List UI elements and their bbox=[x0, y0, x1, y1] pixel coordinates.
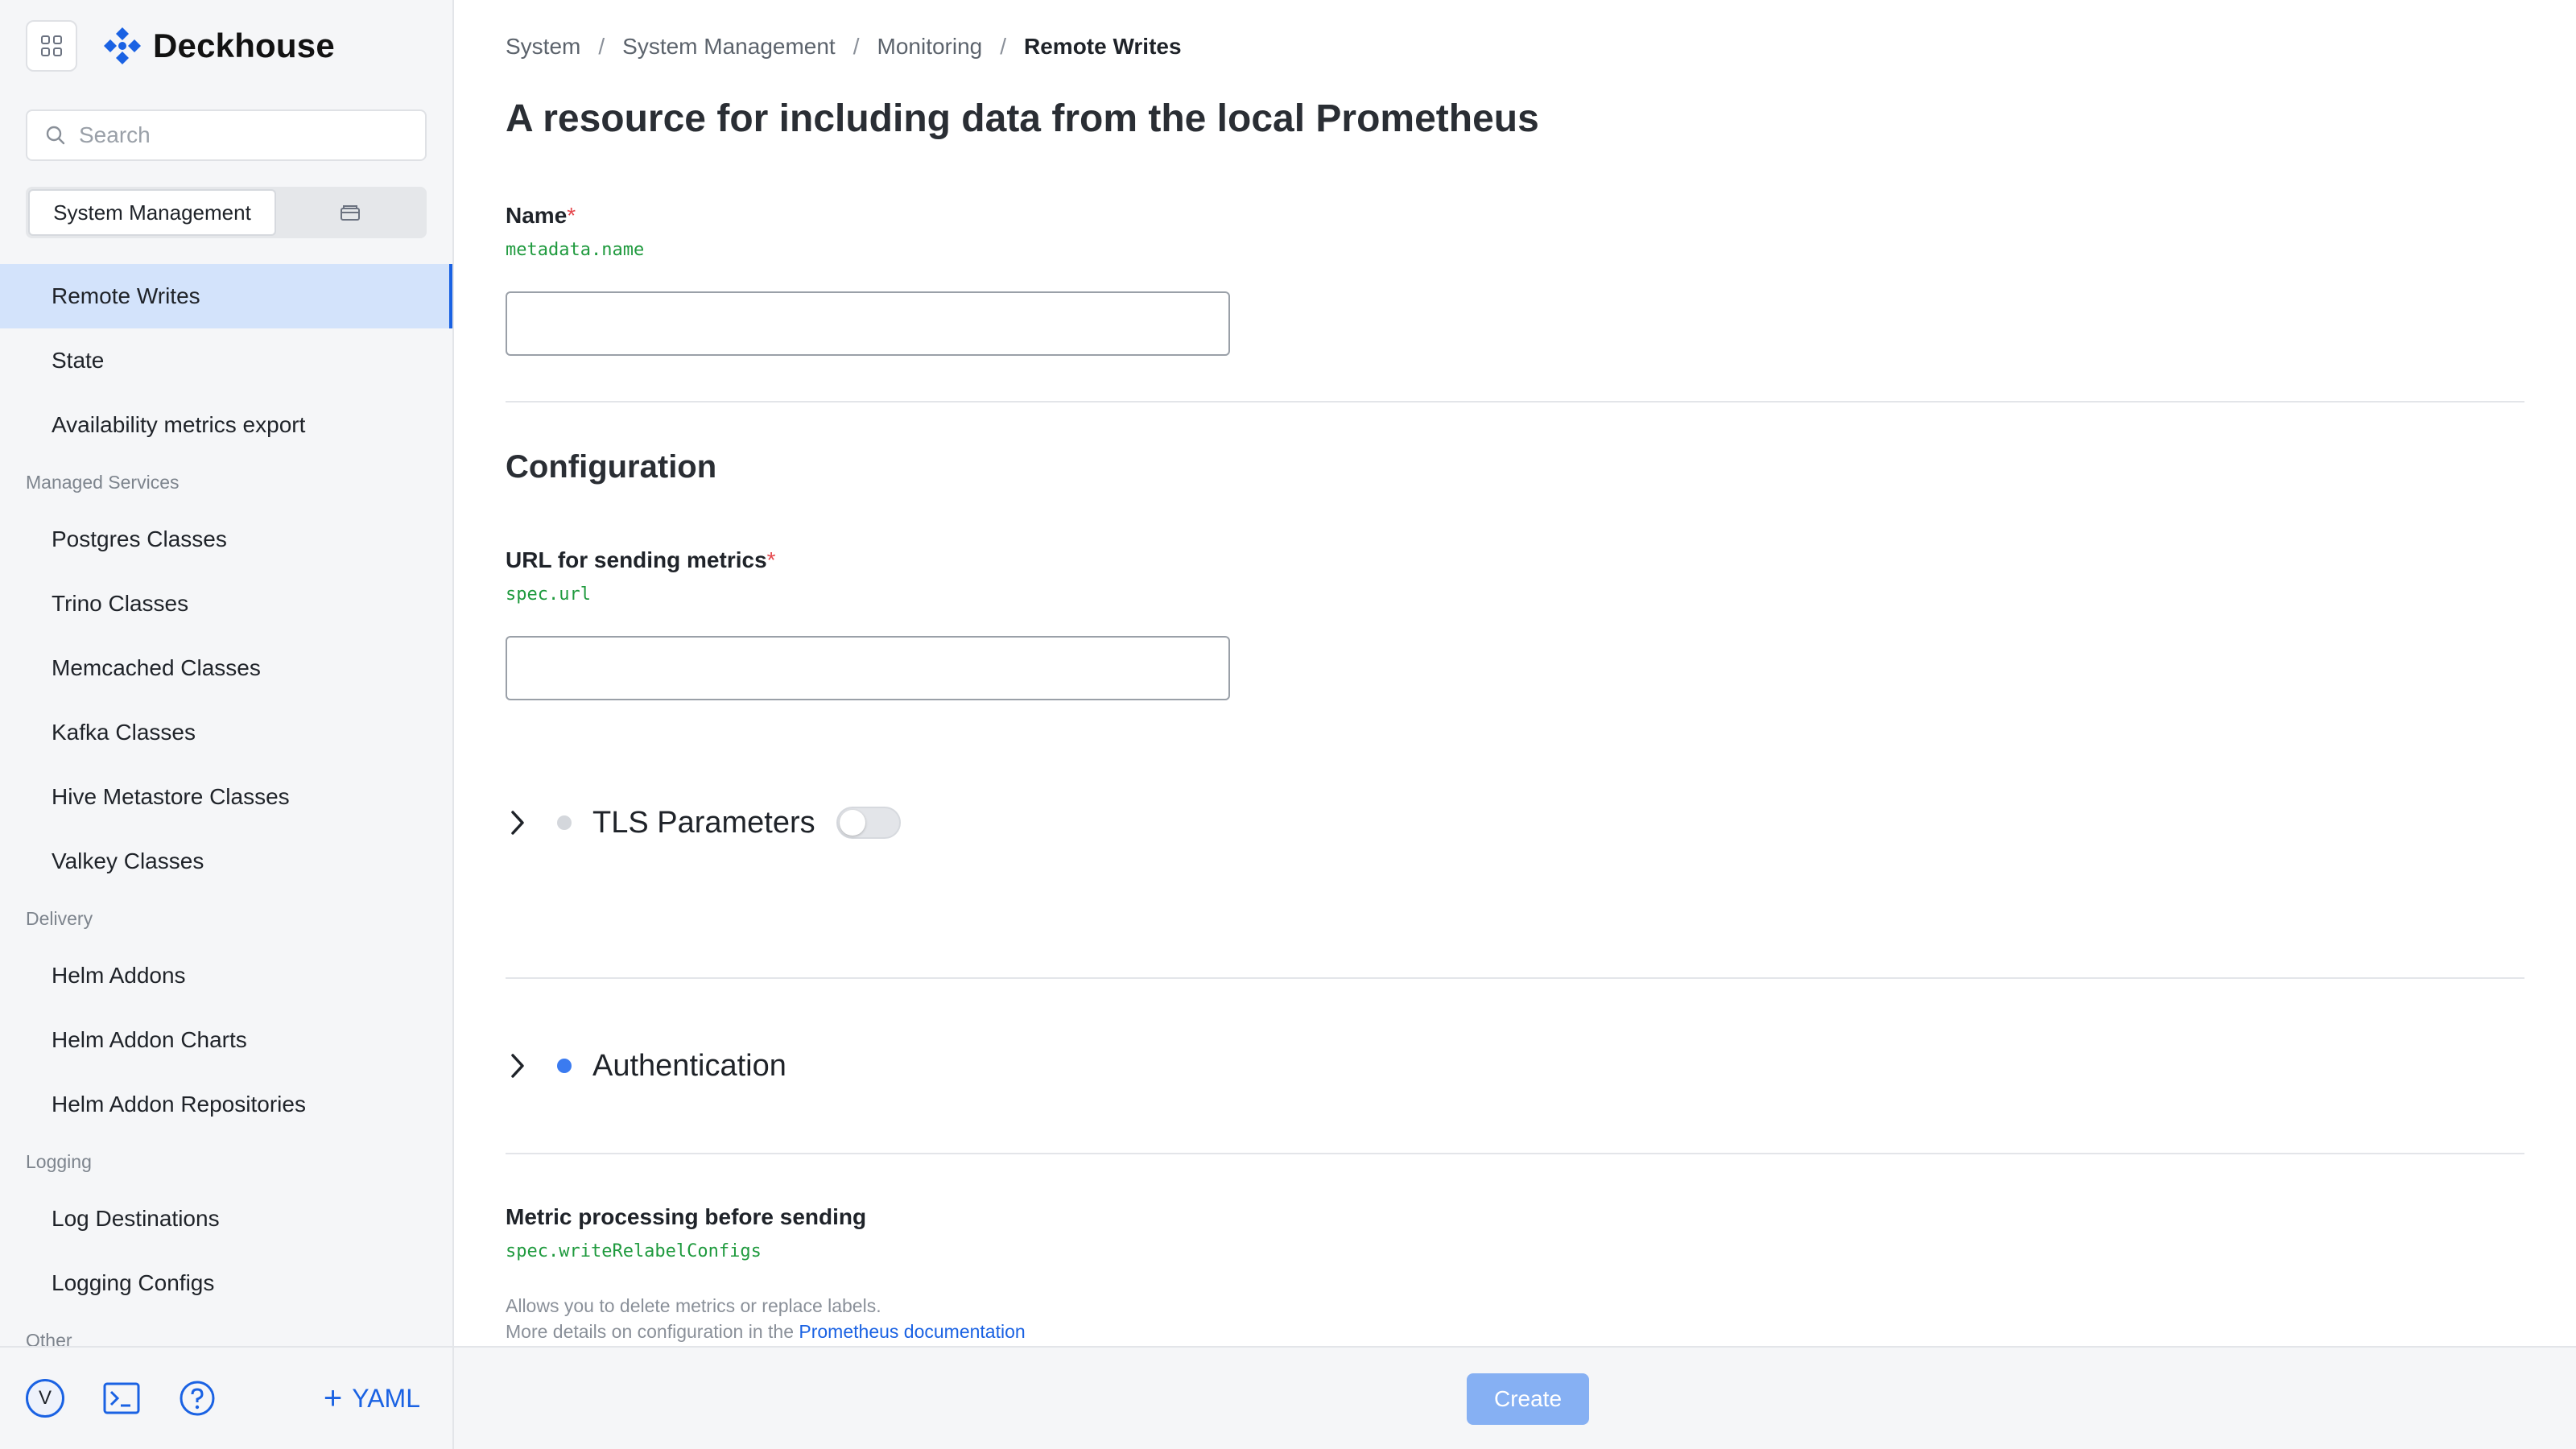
app-switcher-button[interactable] bbox=[26, 20, 77, 72]
relabel-hint-prefix: More details on configuration in the bbox=[506, 1321, 799, 1342]
relabel-hint-line2: More details on configuration in the Pro… bbox=[506, 1319, 1026, 1344]
tls-parameters-title: TLS Parameters bbox=[592, 805, 815, 840]
deckhouse-logo[interactable]: Deckhouse bbox=[101, 25, 335, 67]
status-dot bbox=[557, 1059, 572, 1073]
configuration-title: Configuration bbox=[506, 449, 717, 485]
sidebar-item-availability-metrics-export[interactable]: Availability metrics export bbox=[0, 393, 452, 457]
divider bbox=[506, 401, 2524, 402]
url-input[interactable] bbox=[506, 636, 1230, 700]
logo-text: Deckhouse bbox=[153, 27, 335, 64]
relabel-hint: Allows you to delete metrics or replace … bbox=[506, 1293, 1026, 1344]
tls-parameters-section[interactable]: TLS Parameters bbox=[506, 799, 901, 847]
page-title: A resource for including data from the l… bbox=[506, 97, 1539, 140]
sidebar-item-trino-classes[interactable]: Trino Classes bbox=[0, 572, 452, 636]
authentication-section[interactable]: Authentication bbox=[506, 1042, 786, 1090]
terminal-button[interactable] bbox=[103, 1382, 140, 1414]
sidebar-item-kafka-classes[interactable]: Kafka Classes bbox=[0, 700, 452, 765]
sidebar-item-hive-metastore-classes[interactable]: Hive Metastore Classes bbox=[0, 765, 452, 829]
divider bbox=[506, 977, 2524, 979]
name-input[interactable] bbox=[506, 291, 1230, 356]
add-yaml-button[interactable]: + YAML bbox=[324, 1382, 420, 1414]
help-icon bbox=[180, 1381, 215, 1416]
breadcrumb-separator: / bbox=[598, 34, 605, 59]
url-field-label: URL for sending metrics* bbox=[506, 547, 776, 573]
sidebar-item-logging-configs[interactable]: Logging Configs bbox=[0, 1251, 452, 1315]
authentication-title: Authentication bbox=[592, 1048, 786, 1083]
plus-icon: + bbox=[323, 1381, 343, 1416]
sidebar-item-log-destinations[interactable]: Log Destinations bbox=[0, 1187, 452, 1251]
required-marker: * bbox=[766, 547, 776, 572]
relabel-field-label: Metric processing before sending bbox=[506, 1204, 867, 1229]
sidebar-item-memcached-classes[interactable]: Memcached Classes bbox=[0, 636, 452, 700]
sidebar-item-valkey-classes[interactable]: Valkey Classes bbox=[0, 829, 452, 894]
scope-projects[interactable] bbox=[276, 189, 424, 236]
sidebar-item-remote-writes[interactable]: Remote Writes bbox=[0, 264, 452, 328]
breadcrumb-system[interactable]: System bbox=[506, 34, 580, 60]
scope-system-management[interactable]: System Management bbox=[28, 189, 276, 236]
sidebar-item-postgres-classes[interactable]: Postgres Classes bbox=[0, 507, 452, 572]
toggle-knob bbox=[839, 810, 865, 836]
breadcrumb-monitoring[interactable]: Monitoring bbox=[877, 34, 983, 60]
breadcrumb-separator: / bbox=[1000, 34, 1007, 59]
status-dot bbox=[557, 815, 572, 830]
main-content: System / System Management / Monitoring … bbox=[454, 0, 2576, 1346]
user-avatar[interactable]: V bbox=[26, 1379, 64, 1418]
sidebar-section-managed-services: Managed Services bbox=[26, 471, 180, 493]
sidebar-item-helm-addons[interactable]: Helm Addons bbox=[0, 943, 452, 1008]
name-label-text: Name bbox=[506, 203, 568, 228]
folder-icon bbox=[341, 205, 360, 221]
chevron-right-icon[interactable] bbox=[506, 807, 530, 839]
yaml-label: YAML bbox=[352, 1383, 420, 1413]
search-icon bbox=[46, 126, 65, 145]
sidebar-item-helm-addon-repositories[interactable]: Helm Addon Repositories bbox=[0, 1072, 452, 1137]
form-footer: Create bbox=[454, 1346, 2576, 1449]
sidebar-header: Deckhouse bbox=[26, 19, 335, 72]
sidebar-section-logging: Logging bbox=[26, 1150, 92, 1172]
prometheus-docs-link[interactable]: Prometheus documentation bbox=[799, 1321, 1025, 1342]
deckhouse-logo-icon bbox=[104, 27, 141, 64]
url-field-path: spec.url bbox=[506, 584, 591, 605]
sidebar-nav: Remote Writes State Availability metrics e… bbox=[0, 264, 452, 1346]
breadcrumb-separator: / bbox=[852, 34, 860, 59]
chevron-right-icon[interactable] bbox=[506, 1050, 530, 1082]
breadcrumb-system-management[interactable]: System Management bbox=[622, 34, 836, 60]
sidebar-footer: V + YAML bbox=[0, 1346, 452, 1449]
help-button[interactable] bbox=[179, 1380, 216, 1417]
sidebar-item-helm-addon-charts[interactable]: Helm Addon Charts bbox=[0, 1008, 452, 1072]
create-button[interactable]: Create bbox=[1467, 1373, 1589, 1425]
sidebar: Deckhouse System Management Remote Write… bbox=[0, 0, 454, 1449]
sidebar-section-other: Other bbox=[26, 1329, 72, 1347]
sidebar-search bbox=[26, 109, 427, 161]
divider bbox=[506, 1153, 2524, 1154]
name-field-path: metadata.name bbox=[506, 240, 645, 260]
sidebar-section-delivery: Delivery bbox=[26, 907, 93, 929]
breadcrumb-current: Remote Writes bbox=[1024, 34, 1182, 59]
search-input[interactable] bbox=[79, 122, 401, 148]
breadcrumb: System / System Management / Monitoring … bbox=[506, 34, 1182, 60]
required-marker: * bbox=[567, 203, 576, 228]
sidebar-item-state[interactable]: State bbox=[0, 328, 452, 393]
terminal-icon bbox=[103, 1382, 140, 1414]
relabel-field-path: spec.writeRelabelConfigs bbox=[506, 1241, 762, 1261]
name-field-label: Name* bbox=[506, 203, 576, 229]
url-label-text: URL for sending metrics bbox=[506, 547, 767, 572]
scope-switcher: System Management bbox=[26, 187, 427, 238]
grid-icon bbox=[41, 35, 62, 56]
relabel-hint-line1: Allows you to delete metrics or replace … bbox=[506, 1295, 881, 1316]
tls-toggle[interactable] bbox=[836, 807, 901, 839]
